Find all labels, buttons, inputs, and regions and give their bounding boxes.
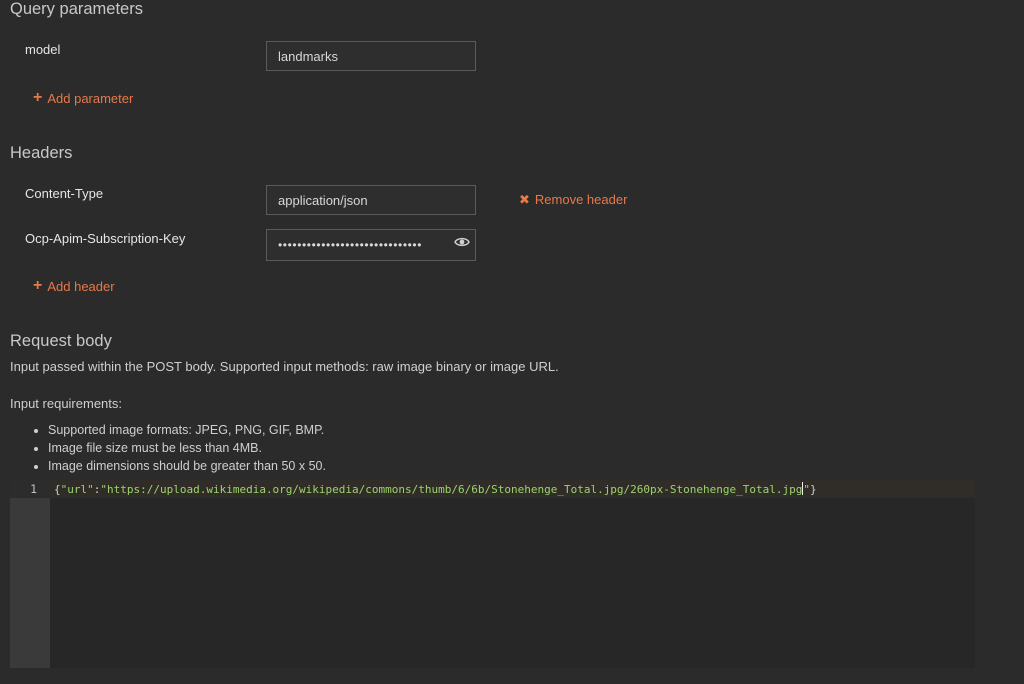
add-parameter-label: Add parameter [47,90,134,106]
header-value-content-type-input[interactable] [266,185,476,215]
remove-header-button[interactable]: ✖ Remove header [519,192,627,207]
add-header-button[interactable]: + Add header [33,278,115,294]
header-name-content-type: Content-Type [25,186,104,201]
code-brace-open: { [54,483,61,496]
list-item: Supported image formats: JPEG, PNG, GIF,… [48,421,326,439]
plus-icon: + [33,277,43,294]
eye-icon[interactable] [454,236,470,248]
code-closing-quote: " [803,483,810,496]
input-requirements-heading: Input requirements: [10,396,123,411]
list-item: Image dimensions should be greater than … [48,457,326,475]
request-body-editor[interactable]: 1 {"url":"https://upload.wikimedia.org/w… [10,480,975,668]
close-icon: ✖ [519,192,530,207]
requirements-list: Supported image formats: JPEG, PNG, GIF,… [10,421,326,475]
header-name-subscription-key: Ocp-Apim-Subscription-Key [25,231,186,246]
headers-title: Headers [10,144,73,162]
editor-gutter [10,480,50,668]
add-header-label: Add header [47,278,115,294]
api-console-page: Query parameters model + Add parameter H… [0,0,1024,684]
list-item: Image file size must be less than 4MB. [48,439,326,457]
code-line[interactable]: {"url":"https://upload.wikimedia.org/wik… [54,482,817,496]
param-value-model-input[interactable] [266,41,476,71]
code-string-value: "https://upload.wikimedia.org/wikipedia/… [100,483,803,496]
code-brace-close: } [810,483,817,496]
remove-header-label: Remove header [534,192,628,207]
add-parameter-button[interactable]: + Add parameter [33,90,133,106]
code-key: "url" [60,483,94,496]
line-number: 1 [30,482,37,496]
query-parameters-title: Query parameters [10,0,143,18]
request-body-title: Request body [10,332,112,350]
subscription-key-input[interactable] [266,229,476,261]
plus-icon: + [33,89,43,106]
param-name-model: model [25,42,61,57]
request-body-description: Input passed within the POST body. Suppo… [10,359,559,374]
